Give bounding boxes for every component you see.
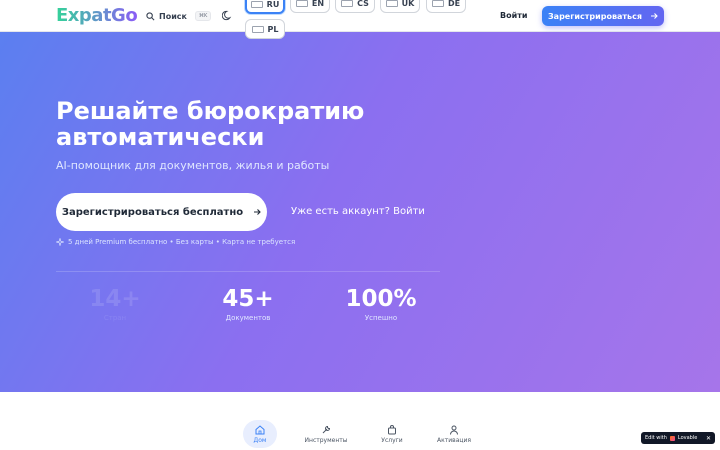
lovable-logo-icon: [669, 435, 675, 441]
search-shortcut: ⌘K: [194, 11, 212, 21]
stat-label: Стран: [103, 314, 127, 322]
search-label: Поиск: [159, 11, 187, 21]
signup-cta-button[interactable]: Зарегистрироваться бесплатно: [56, 193, 267, 231]
edit-with-lovable-badge[interactable]: Edit with Lovable ✕: [641, 432, 715, 444]
lang-code: RU: [266, 0, 280, 9]
lang-option-cs[interactable]: CS: [335, 0, 375, 13]
perks-line: 5 дней Premium бесплатно • Без карты • К…: [56, 238, 295, 246]
lang-option-pl[interactable]: PL: [245, 19, 285, 39]
register-button-label: Зарегистрироваться: [548, 11, 642, 21]
nav-item-tools[interactable]: Инструменты: [301, 420, 351, 448]
perks-text: 5 дней Premium бесплатно • Без карты • К…: [68, 238, 296, 246]
hero-section: Решайте бюрократию автоматически AI-помо…: [0, 32, 720, 392]
badge-brand: Lovable: [677, 435, 698, 441]
wrench-icon: [322, 425, 331, 433]
lang-code: UK: [401, 0, 415, 8]
flag-icon: [385, 0, 398, 7]
stat-documents: 45+ Документов: [198, 286, 298, 322]
stat-value: 45+: [222, 286, 274, 312]
lang-code: DE: [447, 0, 461, 8]
nav-item-label: Услуги: [381, 436, 403, 444]
stat-countries: 14+ Стран: [65, 286, 165, 322]
nav-item-services[interactable]: Услуги: [372, 420, 412, 448]
sparkle-icon: [56, 238, 64, 246]
nav-item-label: Инструменты: [304, 436, 348, 444]
nav-item-label: Дом: [253, 436, 267, 444]
flag-icon: [251, 25, 264, 33]
search-button[interactable]: Поиск ⌘K: [146, 9, 212, 23]
close-icon[interactable]: ✕: [706, 435, 711, 442]
stat-label: Успешно: [364, 314, 398, 322]
lang-option-de[interactable]: DE: [426, 0, 466, 13]
stats-divider: [56, 271, 440, 272]
lang-code: CS: [357, 0, 369, 8]
nav-item-activation[interactable]: Активация: [431, 420, 477, 448]
moon-icon[interactable]: [222, 10, 233, 21]
signup-cta-label: Зарегистрироваться бесплатно: [61, 206, 244, 218]
bag-icon: [388, 424, 396, 434]
stat-success: 100% Успешно: [331, 286, 431, 322]
user-icon: [450, 425, 458, 435]
arrow-right-icon: [254, 209, 261, 215]
hero-subtitle: AI-помощник для документов, жилья и рабо…: [56, 159, 330, 172]
lang-code: PL: [267, 24, 279, 34]
flag-icon: [250, 0, 263, 8]
search-icon: [146, 11, 155, 20]
bottom-nav: Дом Инструменты Услуги Активация: [0, 418, 720, 450]
lang-option-uk[interactable]: UK: [380, 0, 420, 13]
flag-icon: [431, 0, 444, 7]
lang-option-en[interactable]: EN: [290, 0, 330, 13]
lang-option-ru[interactable]: RU: [245, 0, 285, 14]
arrow-right-icon: [651, 13, 658, 19]
register-button[interactable]: Зарегистрироваться: [542, 6, 664, 26]
login-button[interactable]: Войти: [500, 11, 527, 20]
nav-item-home[interactable]: Дом: [243, 420, 277, 448]
hero-title: Решайте бюрократию автоматически: [56, 97, 365, 151]
flag-icon: [341, 0, 354, 7]
login-link[interactable]: Уже есть аккаунт? Войти: [291, 206, 425, 217]
logo[interactable]: ExpatGo: [56, 5, 138, 26]
stat-value: 14+: [89, 286, 141, 312]
stat-value: 100%: [345, 286, 417, 312]
lang-code: EN: [311, 0, 325, 8]
flag-icon: [295, 0, 308, 7]
stat-label: Документов: [225, 314, 271, 322]
nav-item-label: Активация: [437, 436, 471, 444]
badge-text: Edit with: [645, 435, 667, 441]
home-icon: [255, 424, 265, 434]
